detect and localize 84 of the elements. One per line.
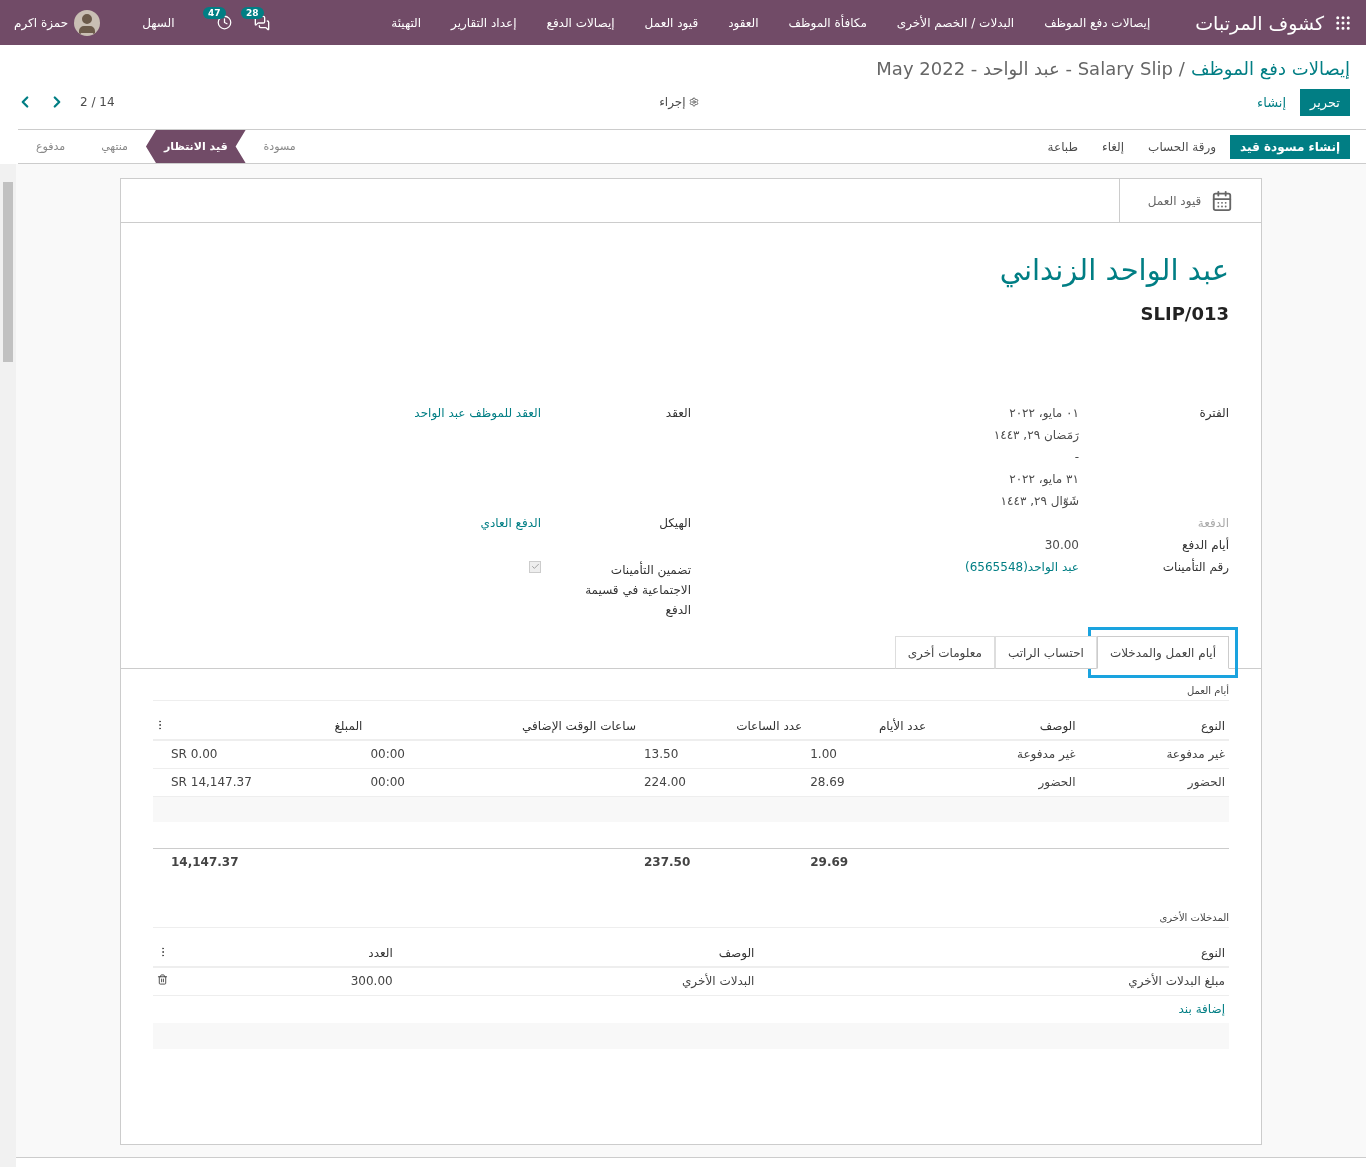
breadcrumb-separator: / [1178, 58, 1185, 79]
table-cell: الحضور [1079, 768, 1229, 796]
status-stage[interactable]: قيد الانتظار [145, 130, 246, 163]
field-label: أيام الدفع [1181, 538, 1229, 552]
section-title: المدخلات الأخرى [153, 912, 1229, 928]
field-value: - [1073, 450, 1079, 464]
calendar-icon [1211, 189, 1234, 212]
table-cell: الحضور [930, 768, 1080, 796]
field-label: تضمين التأمينات الاجتماعية في قسيمة الدفع [584, 560, 691, 619]
total-value: 29.69 [810, 855, 849, 870]
checkbox[interactable] [529, 560, 541, 573]
menu-item[interactable]: إعداد التقارير [436, 15, 532, 30]
gear-icon [688, 97, 699, 107]
menu-item[interactable]: العقود [713, 15, 774, 30]
section-label: الدفعة [1196, 516, 1229, 530]
menu-item[interactable]: قيود العمل [629, 15, 714, 30]
app-title: كشوف المرتبات [1195, 11, 1324, 34]
field-value: شَوّال ٢٩, ١٤٤٣ [999, 494, 1079, 508]
menu-item[interactable]: البدلات / الخصم الأخرى [881, 15, 1030, 30]
column-header: الوصف [396, 940, 759, 967]
status-action-button[interactable]: ورقة الحساب [1138, 134, 1227, 159]
pager-counter: 2 / 14 [80, 95, 115, 109]
clock-icon[interactable] [216, 15, 232, 30]
table-cell: مبلغ البدلات الأخري [758, 967, 1229, 995]
toolbar-button[interactable]: إنشاء [1247, 88, 1296, 116]
column-header: عدد الساعات [640, 713, 807, 740]
action-menu[interactable]: إجراء [653, 94, 705, 110]
table-cell: 224.00 [640, 768, 807, 796]
status-action-button[interactable]: طباعة [1037, 134, 1089, 159]
breadcrumb-current: Salary Slip - عبد الواحد - May 2022 [876, 58, 1173, 79]
table-cell: 28.69 [806, 768, 931, 796]
field-label: رقم التأمينات [1161, 560, 1229, 576]
user-name[interactable]: حمزة اكرم [14, 15, 69, 30]
table-cell: SR 14,147.37 [167, 768, 367, 796]
field-link[interactable]: الدفع العادي [480, 516, 541, 530]
field-value: 30.00 [1044, 538, 1079, 552]
add-line-link[interactable]: إضافة بند [1178, 1002, 1225, 1017]
notebook-tab[interactable]: معلومات أخرى [894, 636, 995, 669]
apps-menu-icon[interactable] [1334, 13, 1352, 32]
table-cell: 00:00 [366, 768, 640, 796]
table-cell: البدلات الأخري [396, 967, 759, 995]
column-header: المبلغ [167, 713, 367, 740]
status-action-button[interactable]: إنشاء مسودة قيد [1230, 134, 1350, 159]
activity-count: 47 [203, 7, 226, 19]
total-value: 14,147.37 [171, 855, 239, 870]
column-header: الوصف [930, 713, 1080, 740]
table-cell: غير مدفوعة [930, 740, 1080, 768]
company-switcher[interactable]: السهل [122, 15, 195, 30]
table-cell: SR 0.00 [167, 740, 367, 768]
column-header: العدد [172, 940, 397, 967]
table-cell: غير مدفوعة [1079, 740, 1229, 768]
menu-item[interactable]: التهيئة [376, 15, 437, 30]
employee-name: عبد الواحد الزنداني [998, 253, 1229, 287]
toolbar-button[interactable]: تحرير [1300, 88, 1350, 116]
field-value: رَمَضان ٢٩, ١٤٤٣ [992, 428, 1079, 442]
notebook-tab[interactable]: احتساب الراتب [995, 636, 1097, 669]
menu-item[interactable]: إيصالات دفع الموظف [1029, 15, 1166, 30]
check-icon [530, 562, 540, 571]
menu-item[interactable]: مكافأة الموظف [773, 15, 882, 30]
table-cell: 13.50 [640, 740, 807, 768]
field-label: الهيكل [658, 516, 691, 530]
avatar[interactable] [74, 9, 101, 36]
table-cell: 1.00 [806, 740, 931, 768]
trash-icon [157, 974, 168, 986]
table-cell: 00:00 [366, 740, 640, 768]
field-label: العقد [664, 406, 691, 422]
total-value: 237.50 [644, 855, 691, 870]
field-value: ٠١ مايو، ٢٠٢٢ [1008, 406, 1079, 420]
chat-icon[interactable] [253, 14, 270, 31]
message-count: 28 [241, 6, 264, 19]
column-header: النوع [758, 940, 1229, 967]
column-header: النوع [1079, 713, 1229, 740]
breadcrumb-link[interactable]: إيصالات دفع الموظف [1190, 58, 1350, 79]
slip-reference: SLIP/013 [1139, 303, 1229, 324]
menu-item[interactable]: إيصالات الدفع [531, 15, 630, 30]
field-value: ٣١ مايو، ٢٠٢٢ [1008, 472, 1079, 486]
field-label: الفترة [1198, 406, 1229, 422]
table-cell: 300.00 [172, 967, 397, 995]
status-action-button[interactable]: إلغاء [1092, 134, 1135, 159]
field-link[interactable]: العقد للموظف عبد الواحد [414, 406, 541, 420]
column-header: ساعات الوقت الإضافي [366, 713, 640, 740]
field-link[interactable]: عبد الواحد(6565548) [965, 560, 1079, 574]
section-title: أيام العمل [153, 685, 1229, 701]
column-header: عدد الأيام [806, 713, 931, 740]
